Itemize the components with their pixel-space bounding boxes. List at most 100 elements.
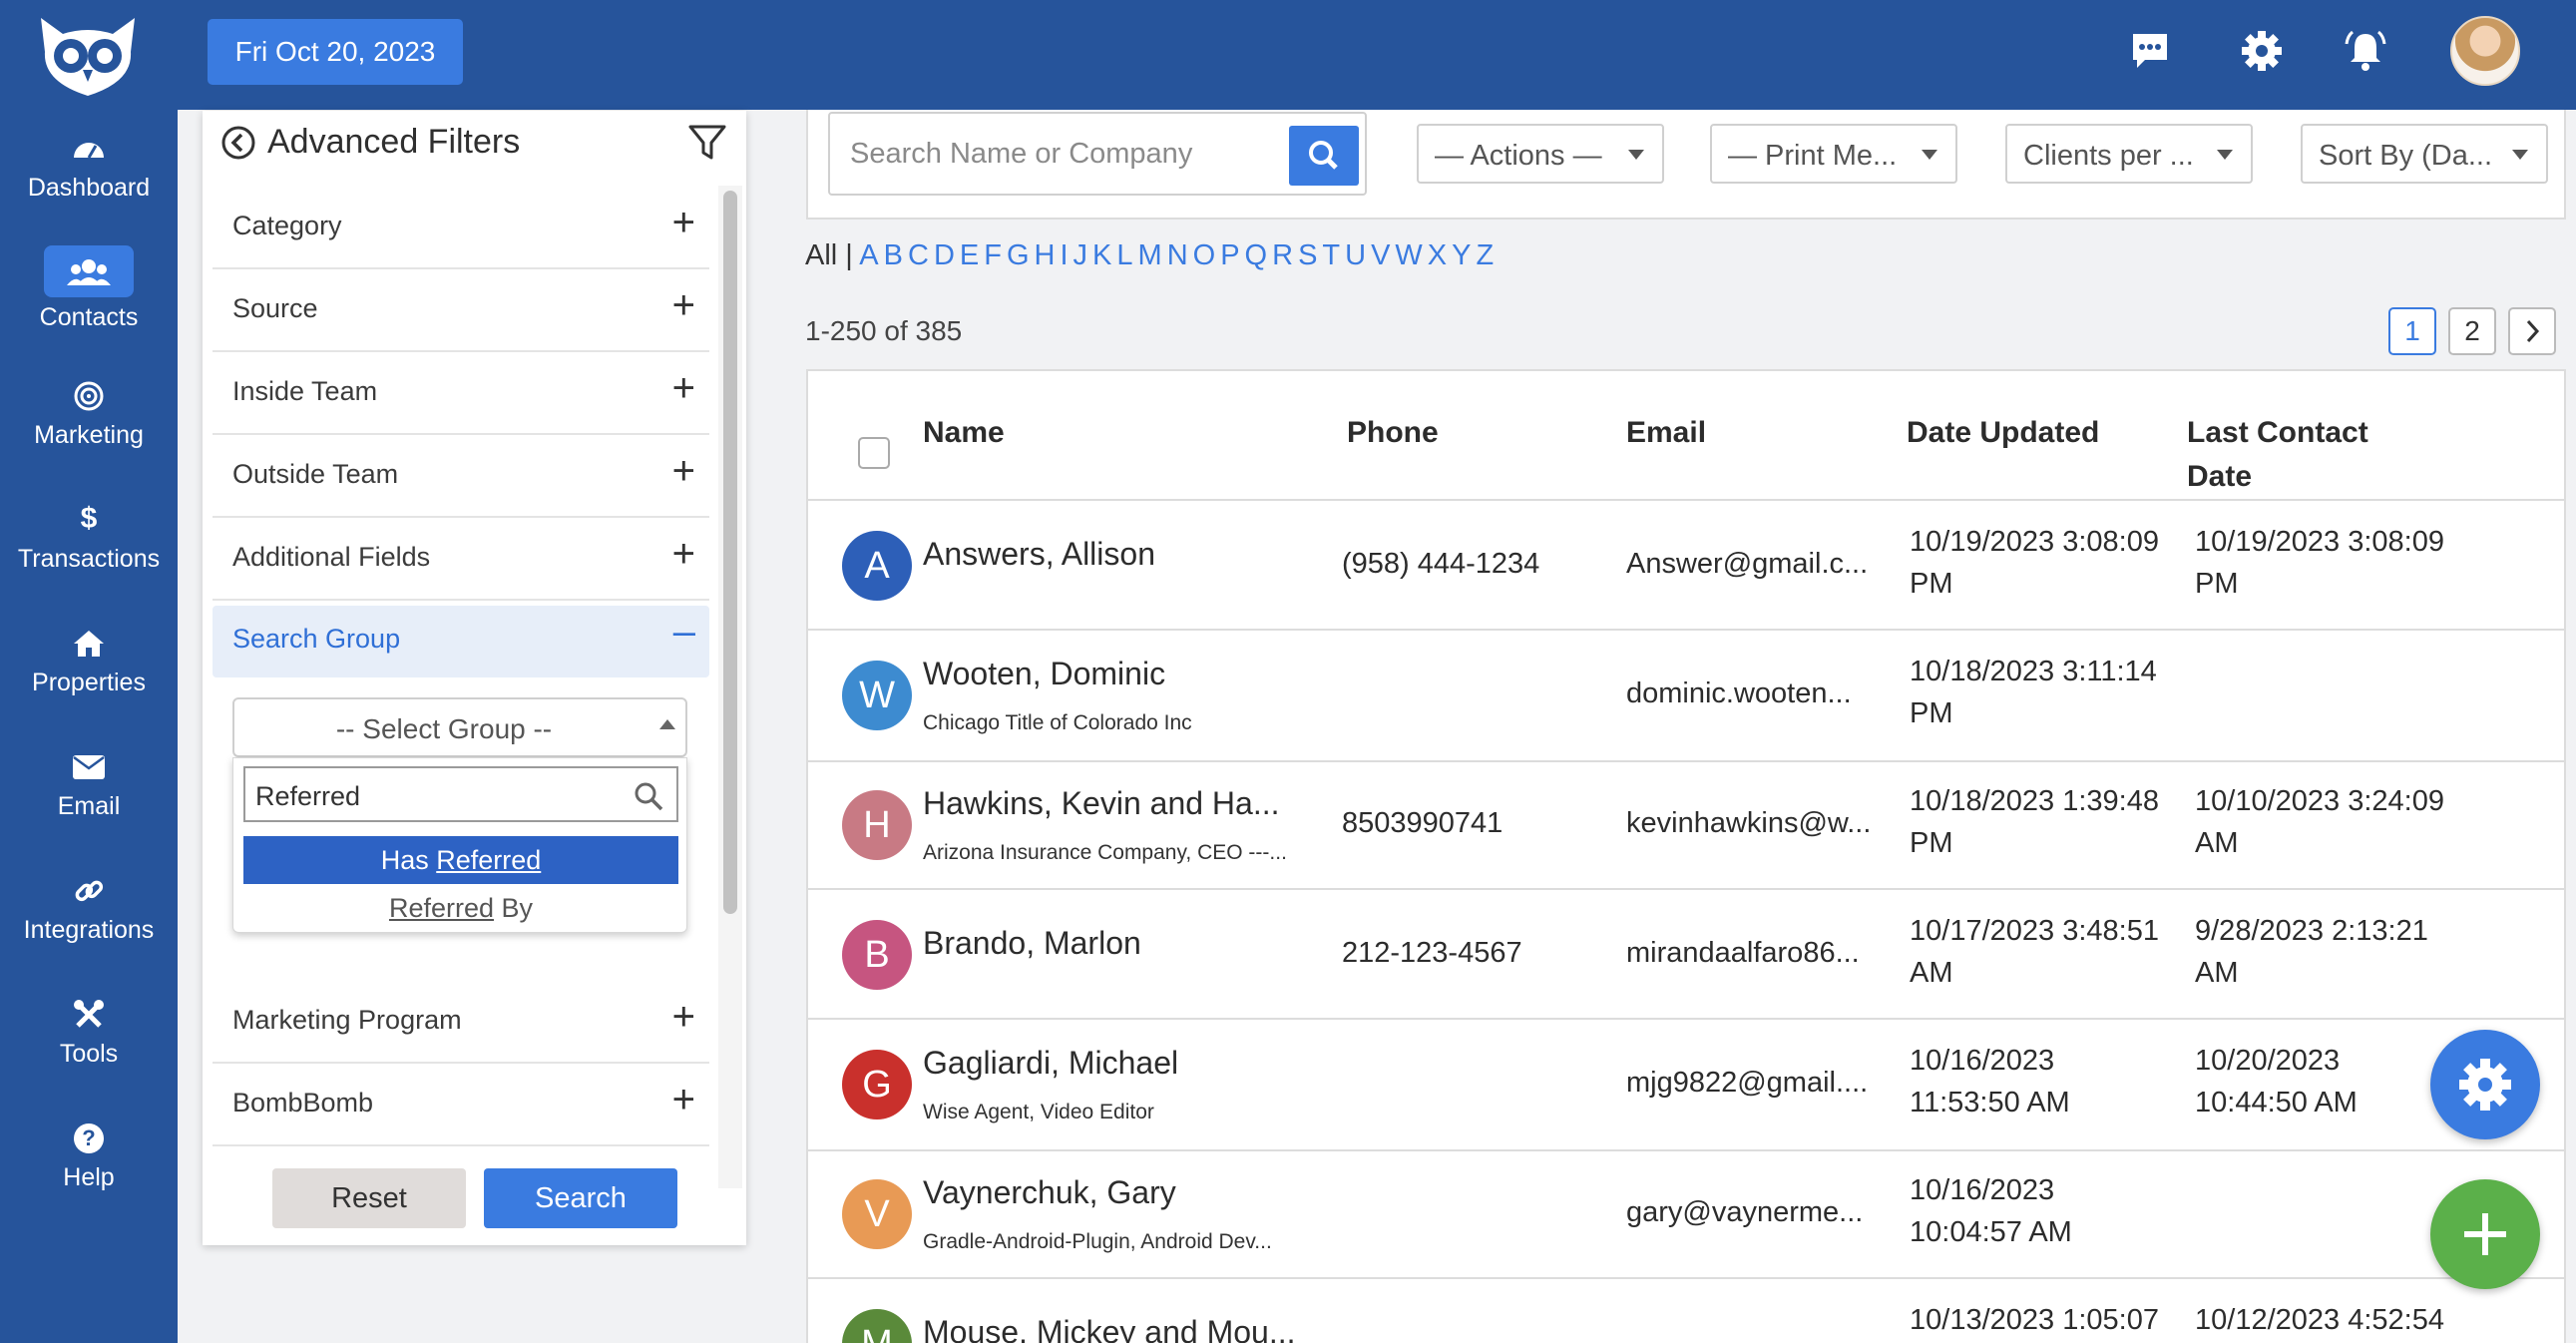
contact-email[interactable]: kevinhawkins@w... (1626, 802, 1871, 844)
sort-by-dropdown[interactable]: Sort By (Da... (2301, 124, 2548, 184)
filter-marketing-program[interactable]: Marketing Program + (213, 981, 709, 1064)
alphabet-letter[interactable]: E (960, 239, 979, 271)
contact-email[interactable]: mirandaalfaro86... (1626, 932, 1860, 974)
contact-avatar[interactable]: V (842, 1179, 912, 1249)
col-date-updated[interactable]: Date Updated (1907, 411, 2099, 455)
alphabet-letter[interactable]: F (984, 239, 1002, 271)
page-1-button[interactable]: 1 (2388, 307, 2436, 355)
add-contact-fab-button[interactable] (2430, 1179, 2540, 1289)
col-last-contact-date[interactable]: Last Contact Date (2187, 411, 2406, 499)
plus-icon[interactable]: + (672, 285, 695, 325)
alphabet-letter[interactable]: R (1272, 239, 1293, 271)
bell-alert-icon[interactable] (2343, 28, 2388, 74)
nav-item-integrations[interactable]: Integrations (0, 870, 178, 970)
page-2-button[interactable]: 2 (2448, 307, 2496, 355)
contact-email[interactable]: gary@vaynerme... (1626, 1191, 1863, 1233)
group-select[interactable]: -- Select Group -- (232, 697, 687, 757)
contact-avatar[interactable]: M (842, 1309, 912, 1343)
contact-avatar[interactable]: W (842, 661, 912, 730)
alphabet-letter[interactable]: V (1371, 239, 1390, 271)
plus-icon[interactable]: + (672, 1080, 695, 1119)
table-row[interactable]: V Vaynerchuk, Gary Gradle-Android-Plugin, … (808, 1151, 2564, 1279)
contact-name[interactable]: Gagliardi, Michael (923, 1042, 1178, 1084)
contact-avatar[interactable]: A (842, 531, 912, 601)
back-arrow-icon[interactable] (220, 125, 256, 161)
alphabet-letter[interactable]: I (1060, 239, 1068, 271)
chat-icon[interactable] (2127, 28, 2173, 74)
nav-item-help[interactable]: ? Help (0, 1118, 178, 1217)
alphabet-letter[interactable]: S (1298, 239, 1317, 271)
col-email[interactable]: Email (1626, 411, 1706, 455)
filter-additional-fields[interactable]: Additional Fields + (213, 518, 709, 601)
search-submit-button[interactable] (1289, 126, 1359, 186)
filter-source[interactable]: Source + (213, 269, 709, 352)
select-all-checkbox[interactable] (858, 437, 890, 469)
alphabet-letter[interactable]: Z (1476, 239, 1494, 271)
contact-name[interactable]: Answers, Allison (923, 533, 1155, 575)
contact-name[interactable]: Mouse, Mickey and Mou... (923, 1311, 1295, 1343)
filter-bombbomb[interactable]: BombBomb + (213, 1064, 709, 1146)
table-row[interactable]: A Answers, Allison (958) 444-1234 Answer@gm… (808, 503, 2564, 631)
clients-per-page-dropdown[interactable]: Clients per ... (2005, 124, 2253, 184)
table-row[interactable]: H Hawkins, Kevin and Ha... Arizona Insuran… (808, 762, 2564, 890)
alphabet-letter[interactable]: G (1007, 239, 1030, 271)
option-referred-by[interactable]: Referred By (243, 884, 678, 932)
table-row[interactable]: G Gagliardi, Michael Wise Agent, Video Edi… (808, 1022, 2564, 1151)
alphabet-letter[interactable]: O (1193, 239, 1216, 271)
plus-icon[interactable]: + (672, 534, 695, 574)
contact-name[interactable]: Vaynerchuk, Gary (923, 1171, 1176, 1213)
alphabet-letter[interactable]: L (1116, 239, 1132, 271)
nav-item-dashboard[interactable]: Dashboard (0, 128, 178, 227)
settings-fab-button[interactable] (2430, 1030, 2540, 1139)
contact-avatar[interactable]: B (842, 920, 912, 990)
minus-icon[interactable]: – (673, 612, 695, 652)
alphabet-all[interactable]: All | (805, 239, 853, 271)
table-row[interactable]: W Wooten, Dominic Chicago Title of Colorad… (808, 633, 2564, 762)
alphabet-letter[interactable]: P (1220, 239, 1239, 271)
plus-icon[interactable]: + (672, 203, 695, 242)
contact-avatar[interactable]: H (842, 790, 912, 860)
plus-icon[interactable]: + (672, 451, 695, 491)
actions-dropdown[interactable]: — Actions — (1417, 124, 1664, 184)
table-row[interactable]: B Brando, Marlon 212-123-4567 mirandaalfaro… (808, 892, 2564, 1020)
date-chip[interactable]: Fri Oct 20, 2023 (208, 19, 463, 85)
search-button[interactable]: Search (484, 1168, 677, 1228)
nav-item-tools[interactable]: Tools (0, 994, 178, 1094)
alphabet-letter[interactable]: J (1073, 239, 1088, 271)
alphabet-letter[interactable]: K (1092, 239, 1111, 271)
contact-name[interactable]: Brando, Marlon (923, 922, 1141, 964)
filter-inside-team[interactable]: Inside Team + (213, 352, 709, 435)
next-page-button[interactable] (2508, 307, 2556, 355)
alphabet-letter[interactable]: H (1035, 239, 1056, 271)
contact-name[interactable]: Wooten, Dominic (923, 653, 1165, 694)
user-avatar[interactable] (2450, 16, 2520, 86)
alphabet-letter[interactable]: U (1345, 239, 1366, 271)
nav-item-transactions[interactable]: $ Transactions (0, 499, 178, 599)
alphabet-letter[interactable]: T (1322, 239, 1340, 271)
search-name-company-input[interactable]: Search Name or Company (828, 112, 1367, 196)
alphabet-letter[interactable]: Q (1245, 239, 1268, 271)
col-phone[interactable]: Phone (1347, 411, 1439, 455)
group-search-input[interactable]: Referred (243, 766, 678, 822)
print-dropdown[interactable]: — Print Me... (1710, 124, 1957, 184)
nav-item-properties[interactable]: Properties (0, 623, 178, 722)
contact-avatar[interactable]: G (842, 1050, 912, 1119)
plus-icon[interactable]: + (672, 368, 695, 408)
col-name[interactable]: Name (923, 411, 1005, 455)
alphabet-letter[interactable]: W (1395, 239, 1422, 271)
settings-gear-icon[interactable] (2239, 28, 2285, 74)
contact-email[interactable]: dominic.wooten... (1626, 672, 1852, 714)
alphabet-letter[interactable]: X (1428, 239, 1447, 271)
filter-outside-team[interactable]: Outside Team + (213, 435, 709, 518)
alphabet-letter[interactable]: Y (1452, 239, 1471, 271)
contact-email[interactable]: Answer@gmail.c... (1626, 543, 1868, 585)
funnel-icon[interactable] (687, 123, 727, 163)
nav-item-marketing[interactable]: Marketing (0, 375, 178, 475)
contact-name[interactable]: Hawkins, Kevin and Ha... (923, 782, 1280, 824)
owl-logo-icon[interactable] (33, 12, 143, 100)
table-row[interactable]: M Mouse, Mickey and Mou... 10/13/2023 1:05… (808, 1281, 2564, 1343)
plus-icon[interactable]: + (672, 997, 695, 1037)
reset-button[interactable]: Reset (272, 1168, 466, 1228)
alphabet-letter[interactable]: C (908, 239, 929, 271)
filter-search-group[interactable]: Search Group – (213, 606, 709, 677)
